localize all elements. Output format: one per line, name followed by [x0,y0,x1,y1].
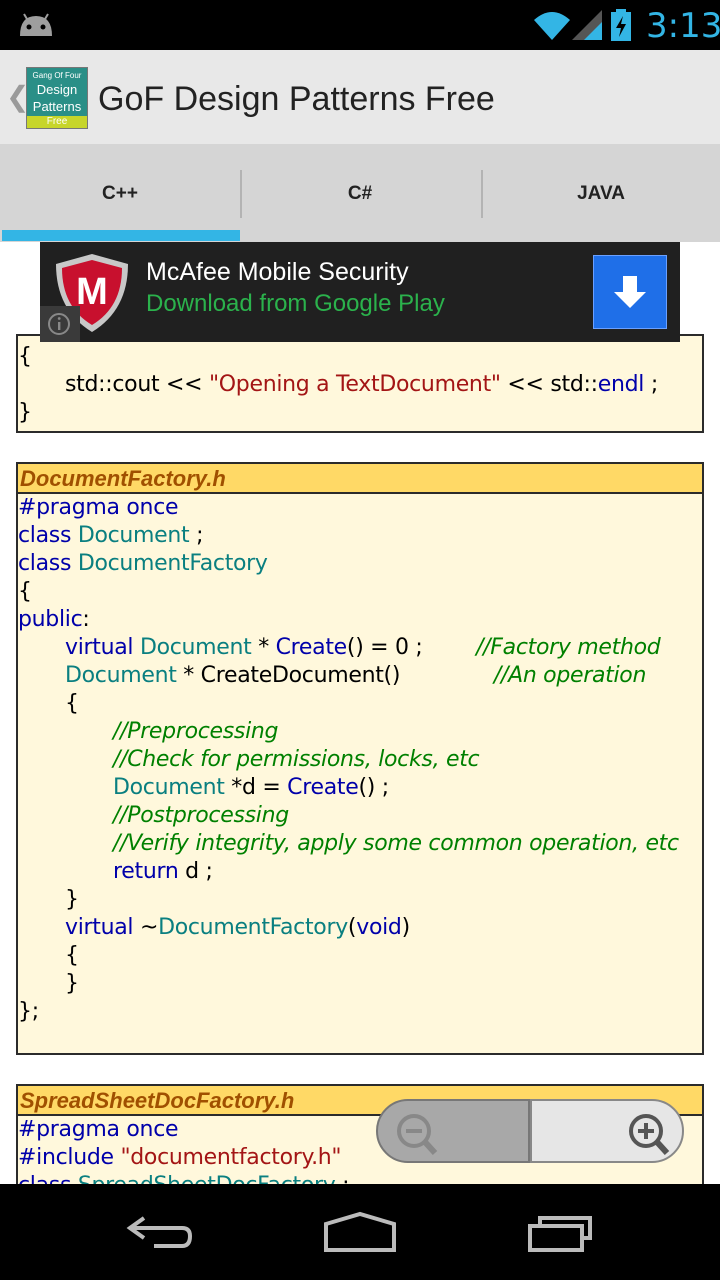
logo-text: Design [36,82,78,97]
tab-cpp[interactable]: C++ [0,144,240,242]
battery-icon [611,9,631,41]
code-line: } [65,971,79,996]
back-icon[interactable] [124,1210,196,1254]
tab-bar: C++ C# JAVA [0,144,720,242]
code-line: Document * CreateDocument() //An operati… [65,663,647,688]
zoom-control [376,1099,684,1163]
code-line: virtual ~DocumentFactory(void) [65,915,410,940]
zoom-out-icon [397,1114,438,1156]
code-line: }; [18,999,39,1024]
code-line: //Preprocessing [113,719,279,744]
signal-icon [572,10,602,40]
tab-csharp[interactable]: C# [240,144,480,242]
code-line: //Verify integrity, apply some common op… [113,831,679,856]
logo-text: Gang Of Four [32,71,82,80]
code-line: { [65,691,79,716]
code-box-document-factory: DocumentFactory.h #pragma once class Doc… [16,462,704,1055]
status-bar: 3:13 [0,0,720,50]
logo-text: Free [27,116,87,128]
code-line: #pragma once [18,495,179,520]
code-line: std::cout << "Opening a TextDocument" <<… [65,372,658,397]
app-title: GoF Design Patterns Free [98,80,495,118]
code-line: { [18,579,32,604]
ad-banner[interactable]: M McAfee Mobile Security Download from G… [40,242,680,342]
wifi-icon [534,12,570,40]
code-content[interactable]: { std::cout << "Opening a TextDocument" … [0,242,720,1184]
code-line: Document *d = Create() ; [113,775,389,800]
home-icon[interactable] [322,1210,398,1254]
navigation-bar [0,1184,720,1280]
code-line: return d ; [113,859,213,884]
status-clock: 3:13 [646,6,720,46]
ad-title: McAfee Mobile Security [146,258,409,286]
code-line: class DocumentFactory [18,551,268,576]
code-line: } [18,400,32,425]
code-box-previous: { std::cout << "Opening a TextDocument" … [16,334,704,433]
code-line: { [65,943,79,968]
ad-logo-letter: M [76,271,108,313]
recents-icon[interactable] [526,1208,600,1254]
code-line: public: [18,607,90,632]
code-line: } [65,887,79,912]
download-arrow-icon [614,276,646,308]
zoom-in-icon [629,1114,670,1156]
code-line: { [18,344,32,369]
code-line: class SpreadSheetDocFactory ; [18,1172,702,1184]
ad-subtitle: Download from Google Play [146,290,445,317]
action-bar: ❮ Gang Of Four Design Patterns Free GoF … [0,50,720,144]
code-line: //Check for permissions, locks, etc [113,747,480,772]
zoom-out-button[interactable] [376,1099,530,1163]
code-line: class Document ; [18,523,204,548]
ad-info-icon[interactable] [40,306,80,342]
zoom-in-button[interactable] [530,1099,684,1163]
download-button[interactable] [593,255,667,329]
logo-text: Patterns [32,99,82,114]
app-logo[interactable]: Gang Of Four Design Patterns Free [26,67,88,129]
tab-selected-indicator [2,230,240,241]
file-header: DocumentFactory.h [18,464,702,494]
tab-java[interactable]: JAVA [481,144,720,242]
android-icon [20,13,52,36]
code-line: virtual Document * Create() = 0 ; //Fact… [65,635,661,660]
code-line: //Postprocessing [113,803,289,828]
